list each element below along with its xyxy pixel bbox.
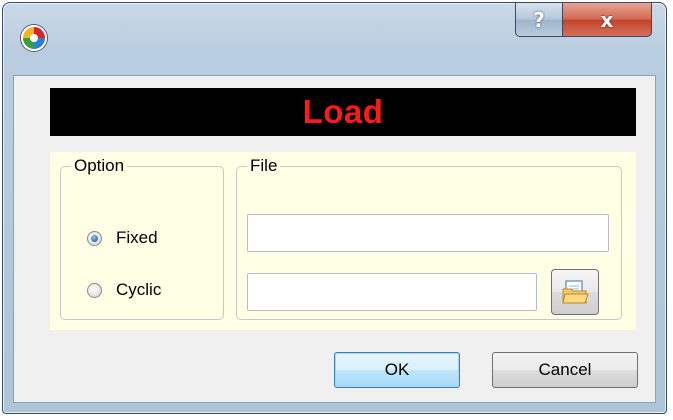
browse-button[interactable] [551,269,599,315]
radio-button-cyclic[interactable] [87,282,102,298]
settings-panel: Option Fixed Cyclic File [50,152,636,330]
radio-label-cyclic: Cyclic [116,280,162,299]
open-folder-icon [562,280,589,304]
help-icon: ? [533,7,545,32]
radio-label-fixed: Fixed [116,228,158,247]
title-banner: Load [50,88,636,136]
close-button[interactable]: x [562,3,652,37]
radio-cyclic[interactable]: Cyclic [87,280,161,300]
ok-button[interactable]: OK [334,352,460,388]
app-logo-icon[interactable] [21,25,47,51]
radio-button-fixed[interactable] [87,230,102,246]
option-group-legend: Option [74,156,125,175]
dialog-client-area: Load Option Fixed Cyclic File OK Cancel [13,75,656,403]
load-dialog-window: ? x Load Option Fixed Cyclic File OK Can… [2,2,667,414]
cancel-button[interactable]: Cancel [492,352,638,388]
help-button[interactable]: ? [515,3,563,37]
banner-title: Load [302,93,384,130]
option-group: Option Fixed Cyclic [60,156,224,320]
radio-fixed[interactable]: Fixed [87,228,158,248]
file-path-field-2[interactable] [247,273,537,311]
title-bar[interactable]: ? x [3,3,666,75]
file-path-field-1[interactable] [247,214,609,252]
file-group-legend: File [250,156,278,175]
close-icon: x [600,7,614,32]
file-group: File [236,156,622,320]
